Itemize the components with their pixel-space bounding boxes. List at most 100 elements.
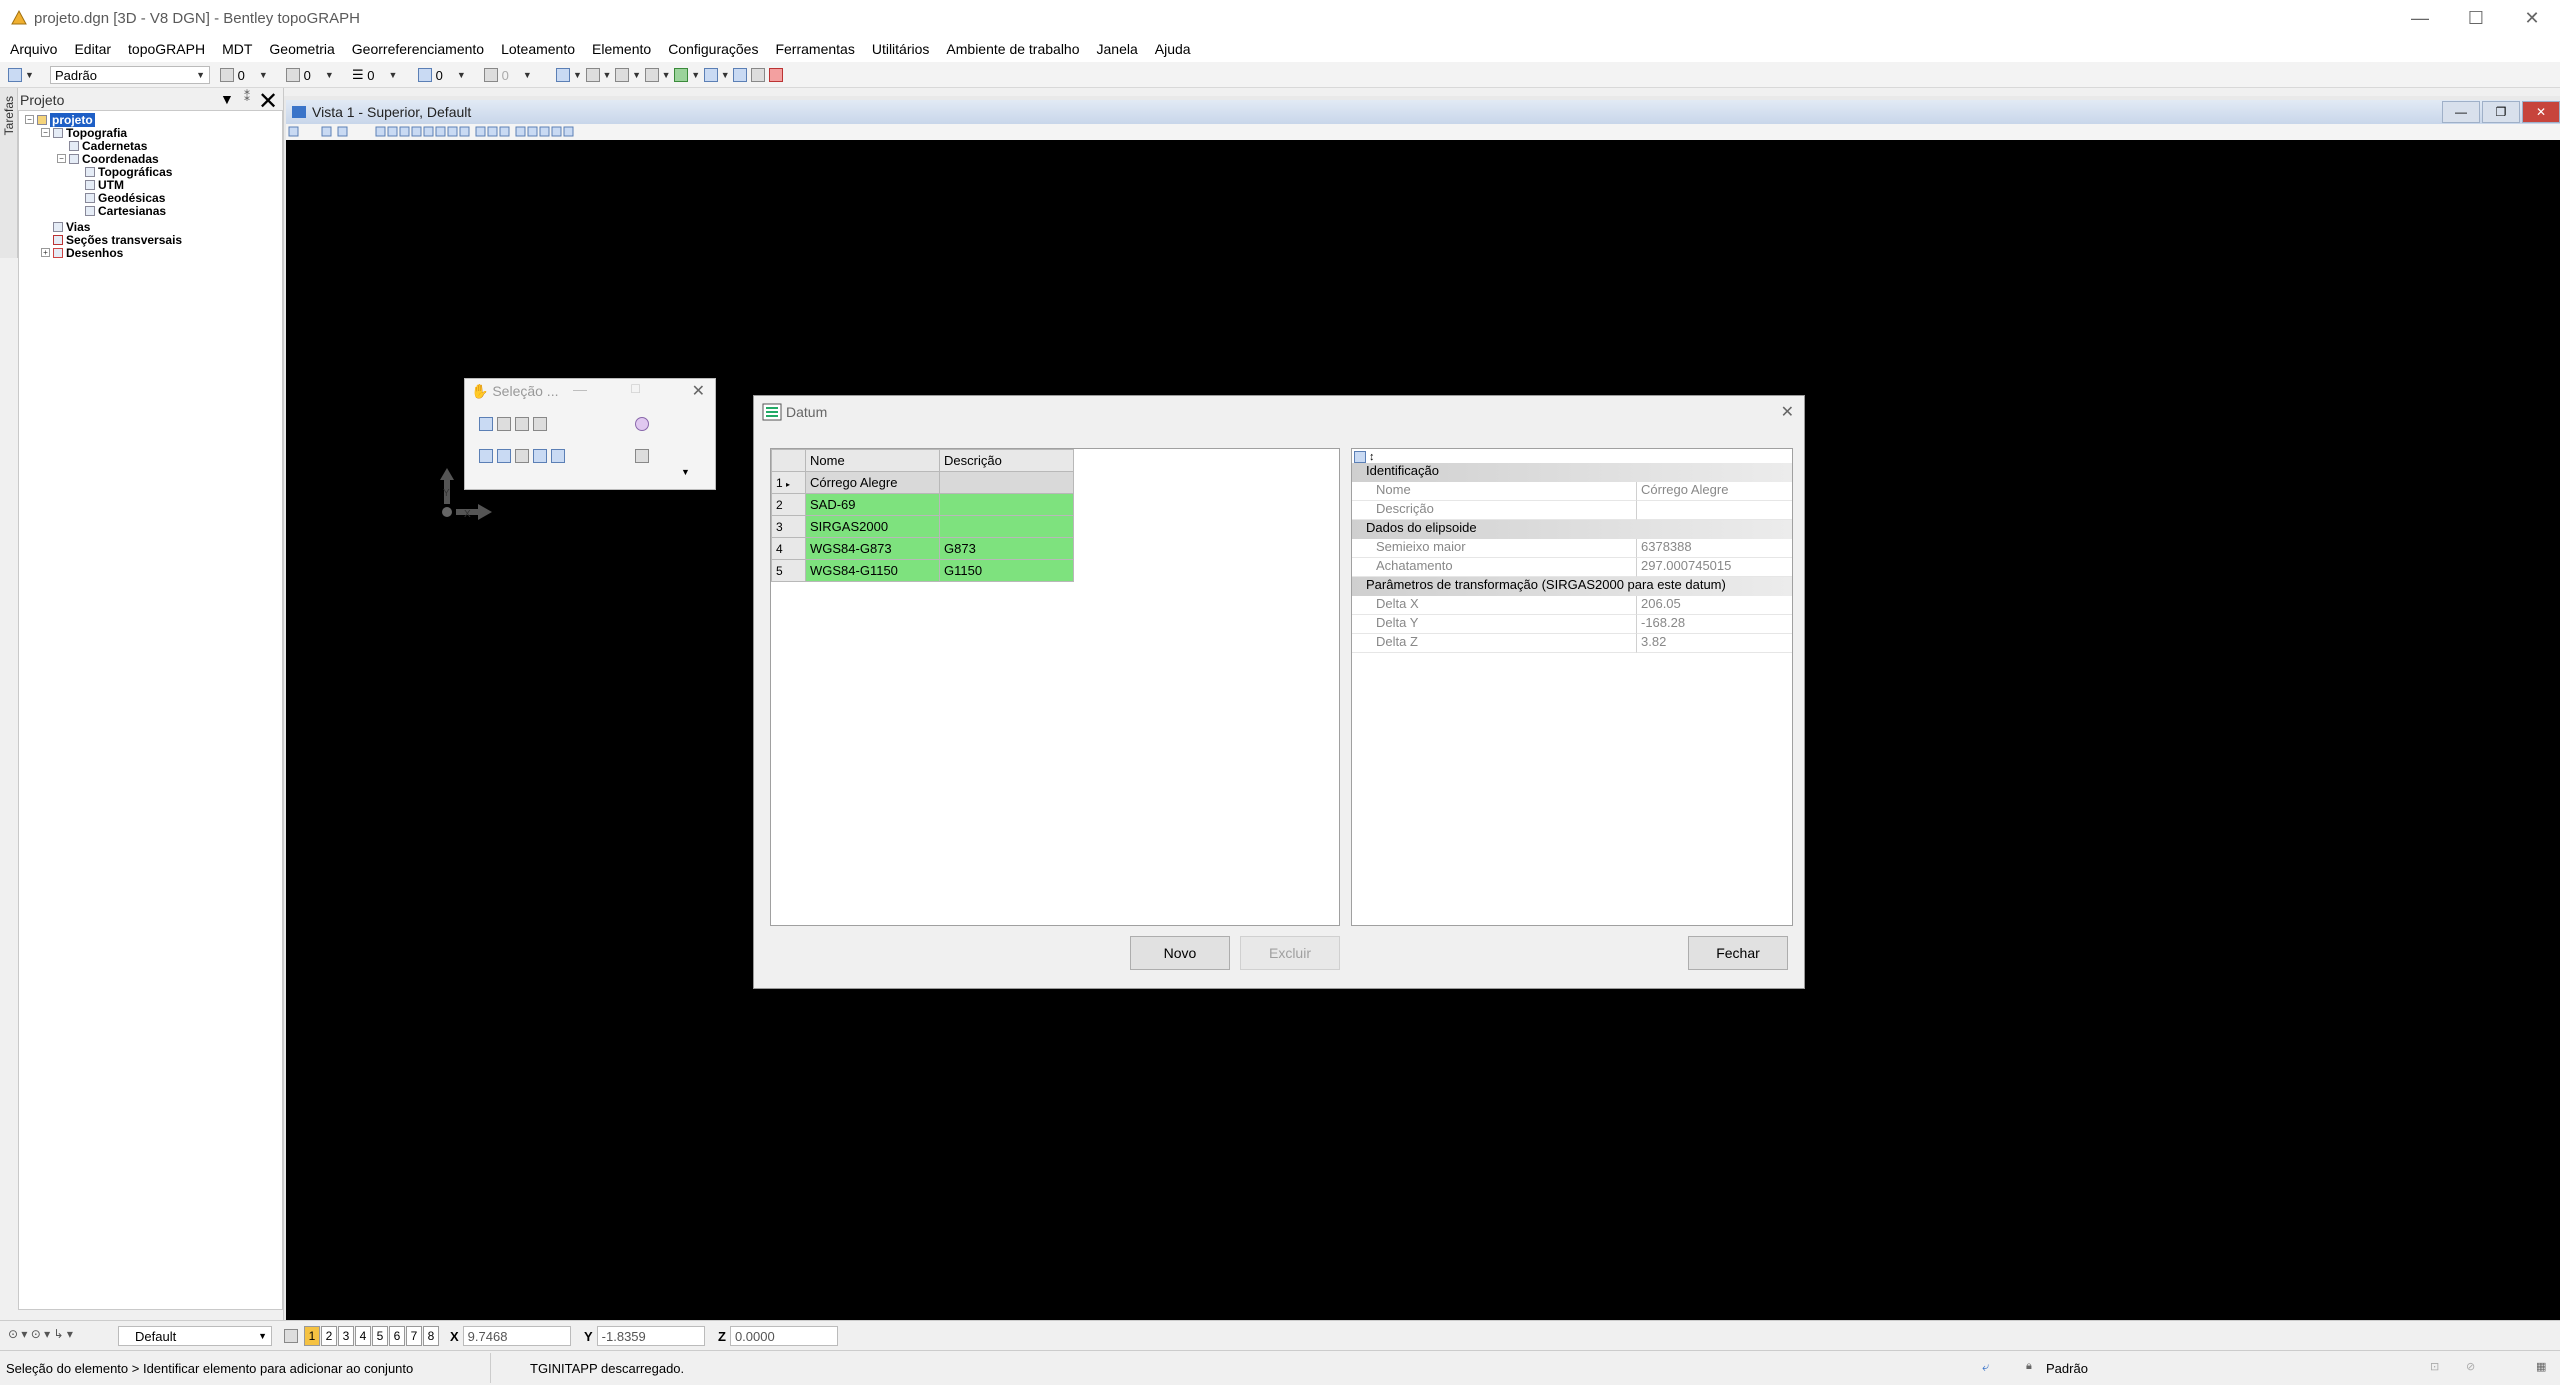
categorized-icon[interactable] (1354, 451, 1366, 463)
menu-loteamento[interactable]: Loteamento (501, 41, 575, 57)
selection-tools-row1[interactable] (479, 417, 547, 431)
view-button-7[interactable]: 7 (406, 1326, 422, 1346)
expand-root-icon[interactable]: − (25, 115, 34, 124)
expand-topografia-icon[interactable]: − (41, 128, 50, 137)
category-identificacao[interactable]: Identificação (1352, 463, 1792, 482)
display-style-select[interactable]: Default ▼ (118, 1326, 272, 1346)
render-icon[interactable] (644, 68, 659, 82)
menu-ajuda[interactable]: Ajuda (1155, 41, 1191, 57)
menu-utilitarios[interactable]: Utilitários (872, 41, 930, 57)
pin-icon[interactable]: ⁑ (244, 90, 250, 104)
tree-node-cadernetas[interactable]: Cadernetas (69, 139, 147, 153)
expand-options-icon[interactable]: ▼ (681, 467, 690, 477)
mode-invert-icon[interactable] (533, 449, 547, 463)
select-block-icon[interactable] (497, 417, 511, 431)
coord-x-field[interactable]: 9.7468 (462, 1326, 571, 1346)
column-header-nome[interactable]: Nome (805, 449, 940, 472)
property-descricao[interactable]: Descrição (1352, 501, 1792, 520)
cell-nome[interactable]: WGS84-G1150 (805, 559, 940, 582)
minimize-button[interactable]: — (2392, 0, 2448, 36)
sort-alpha-icon[interactable]: ↕ (1369, 451, 1375, 463)
layers-icon[interactable] (703, 68, 718, 82)
expand-desenhos-icon[interactable]: + (41, 248, 50, 257)
lock-icon[interactable]: 🔒︎ (2026, 1360, 2032, 1373)
status-icon-b[interactable]: ⊘ (2466, 1360, 2475, 1373)
view-button-1[interactable]: 1 (304, 1326, 320, 1346)
table-row[interactable]: 5 WGS84-G1150 G1150 (771, 559, 1074, 582)
tree-node-projeto[interactable]: projeto (37, 112, 95, 127)
select-line-icon[interactable] (533, 417, 547, 431)
selection-maximize-button[interactable]: ☐ (630, 382, 641, 396)
view-minimize-button[interactable]: — (2442, 101, 2480, 123)
info-icon[interactable] (733, 68, 748, 82)
select-shape-icon[interactable] (515, 417, 529, 431)
property-delta-y[interactable]: Delta Y -168.28 (1352, 615, 1792, 634)
grid-icon[interactable] (750, 68, 765, 82)
tarefas-tab[interactable]: Tarefas (0, 88, 18, 258)
selection-tools-row2[interactable] (479, 449, 565, 463)
mode-new-icon[interactable] (479, 449, 493, 463)
cell-descricao[interactable]: G1150 (939, 559, 1074, 582)
table-row[interactable]: 3 SIRGAS2000 (771, 515, 1074, 538)
property-value[interactable]: 3.82 (1637, 634, 1792, 653)
menu-configuracoes[interactable]: Configurações (668, 41, 758, 57)
property-achatamento[interactable]: Achatamento 297.000745015 (1352, 558, 1792, 577)
selection-close-button[interactable]: ✕ (692, 381, 705, 401)
tree-node-geodesicas[interactable]: Geodésicas (85, 191, 165, 205)
property-value[interactable]: 297.000745015 (1637, 558, 1792, 577)
view-button-6[interactable]: 6 (389, 1326, 405, 1346)
menu-ferramentas[interactable]: Ferramentas (775, 41, 854, 57)
accudraw-status-icon[interactable]: ⤶ (1982, 1359, 1989, 1375)
property-value[interactable]: Córrego Alegre (1637, 482, 1792, 501)
novo-button[interactable]: Novo (1130, 936, 1230, 970)
category-transformacao[interactable]: Parâmetros de transformação (SIRGAS2000 … (1352, 577, 1792, 596)
status-icon-a[interactable]: ⊡ (2430, 1360, 2439, 1373)
tree-node-desenhos[interactable]: Desenhos (53, 246, 123, 260)
cell-nome[interactable]: SAD-69 (805, 493, 940, 516)
property-value[interactable]: 206.05 (1637, 596, 1792, 615)
model-icon[interactable] (674, 68, 689, 82)
maximize-button[interactable]: ☐ (2448, 0, 2504, 36)
view-button-8[interactable]: 8 (423, 1326, 439, 1346)
view-options-icons[interactable]: ⊙ ▾ ⊙ ▾ ↳ ▾ (8, 1327, 73, 1341)
menu-editar[interactable]: Editar (74, 41, 111, 57)
property-delta-z[interactable]: Delta Z 3.82 (1352, 634, 1792, 653)
view-button-2[interactable]: 2 (321, 1326, 337, 1346)
active-level[interactable]: Padrão (2046, 1361, 2088, 1376)
panel-menu-icon[interactable]: ▼ (220, 91, 234, 107)
property-delta-x[interactable]: Delta X 206.05 (1352, 596, 1792, 615)
mode-subtract-icon[interactable] (515, 449, 529, 463)
coord-y-field[interactable]: -1.8359 (596, 1326, 705, 1346)
level-select[interactable]: Padrão ▼ (50, 66, 210, 84)
style-select[interactable]: 0 ▼ (286, 66, 334, 84)
expand-coordenadas-icon[interactable]: − (57, 154, 66, 163)
view-button-4[interactable]: 4 (355, 1326, 371, 1346)
cell-nome[interactable]: Córrego Alegre (805, 471, 940, 494)
color-select[interactable]: 0 ▼ (220, 66, 268, 84)
select-options-icon[interactable] (635, 449, 649, 463)
cell-descricao[interactable] (939, 471, 1074, 494)
transparency-select[interactable]: 0 ▼ (418, 66, 466, 84)
menu-geometria[interactable]: Geometria (269, 41, 334, 57)
cancel-icon[interactable] (768, 68, 783, 82)
table-row[interactable]: 2 SAD-69 (771, 493, 1074, 516)
tree-node-vias[interactable]: Vias (53, 220, 90, 234)
weight-select[interactable]: ☰ 0 ▼ (352, 66, 397, 84)
view-groups-icon[interactable] (284, 1329, 298, 1343)
fechar-button[interactable]: Fechar (1688, 936, 1788, 970)
priority-select[interactable]: 0 ▼ (484, 66, 532, 84)
table-row[interactable]: 4 WGS84-G873 G873 (771, 537, 1074, 560)
menu-elemento[interactable]: Elemento (592, 41, 651, 57)
accudraw-icon[interactable] (615, 68, 630, 82)
coord-z-field[interactable]: 0.0000 (729, 1326, 838, 1346)
selection-minimize-button[interactable]: — (573, 381, 587, 397)
tree-node-cartesianas[interactable]: Cartesianas (85, 204, 166, 218)
view-restore-button[interactable]: ❐ (2482, 101, 2520, 123)
view-button-5[interactable]: 5 (372, 1326, 388, 1346)
menu-mdt[interactable]: MDT (222, 41, 252, 57)
property-semieixo[interactable]: Semieixo maior 6378388 (1352, 539, 1792, 558)
tool-icons-group[interactable]: ▼ ▼ ▼ ▼ ▼ ▼ (556, 66, 783, 84)
menu-janela[interactable]: Janela (1097, 41, 1138, 57)
cell-nome[interactable]: SIRGAS2000 (805, 515, 940, 538)
fit-icon[interactable] (556, 68, 570, 82)
